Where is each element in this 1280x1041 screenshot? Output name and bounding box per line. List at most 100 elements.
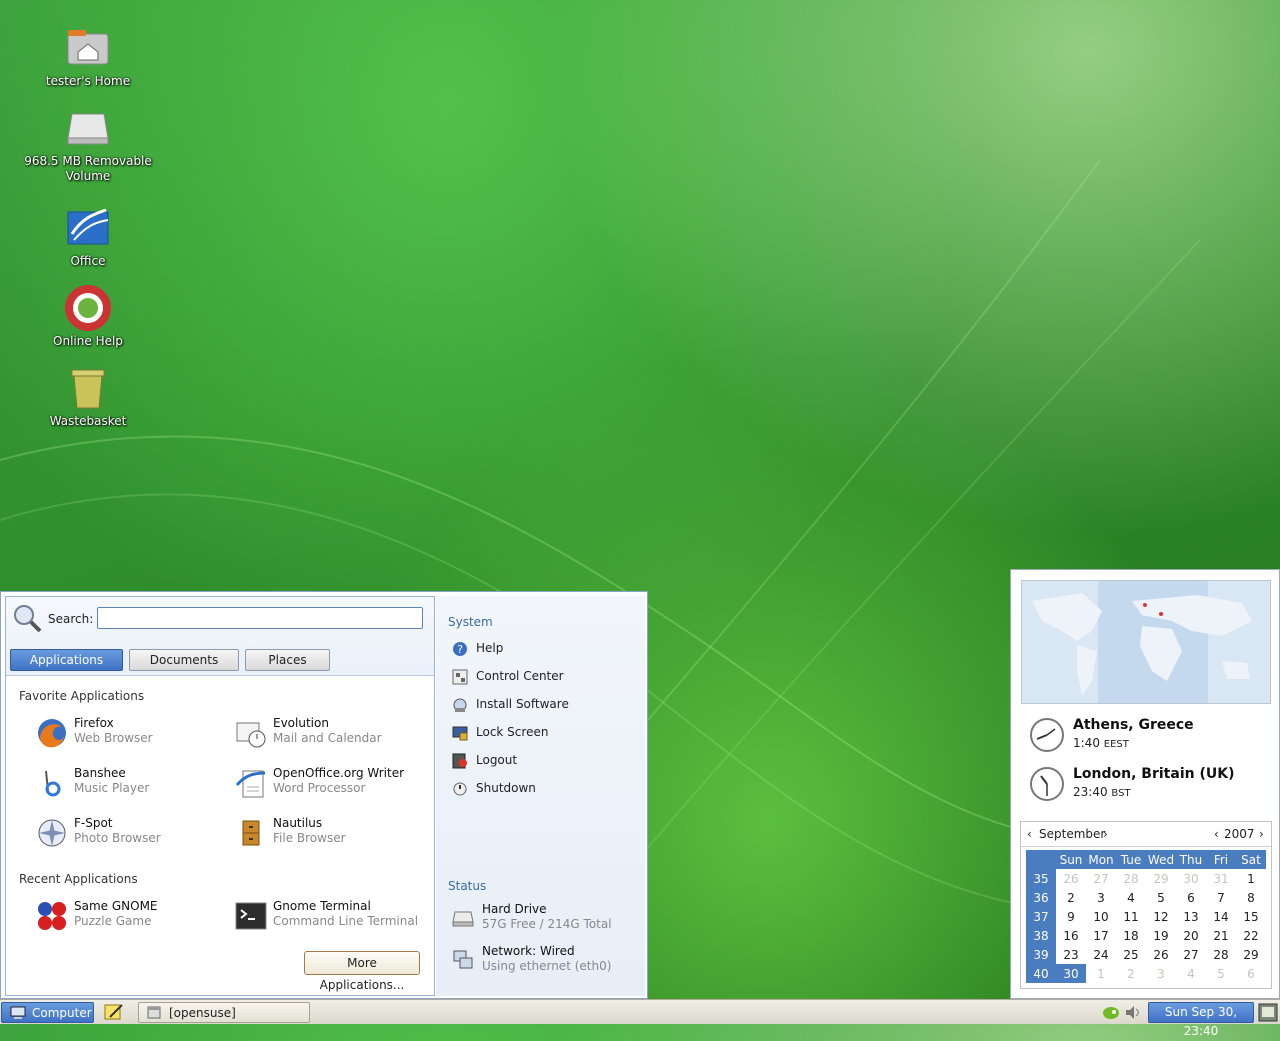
calendar-day[interactable]: 30	[1056, 964, 1086, 983]
desktop-icon-home[interactable]: tester's Home	[18, 24, 158, 89]
calendar-day[interactable]: 21	[1206, 926, 1236, 945]
app-gnome-terminal[interactable]: Gnome Terminal Command Line Terminal	[235, 898, 425, 934]
desktop-icon-removable-volume[interactable]: 968.5 MB Removable Volume	[18, 104, 158, 184]
calendar-day[interactable]: 27	[1086, 869, 1116, 888]
calendar-day[interactable]: 19	[1146, 926, 1176, 945]
update-applet-icon[interactable]	[1102, 1004, 1120, 1021]
calendar-day[interactable]: 28	[1206, 945, 1236, 964]
calendar-day[interactable]: 4	[1116, 888, 1146, 907]
calendar-day[interactable]: 1	[1236, 869, 1266, 888]
calendar-day[interactable]: 31	[1206, 869, 1236, 888]
calendar-day[interactable]: 18	[1116, 926, 1146, 945]
calendar-day[interactable]: 29	[1236, 945, 1266, 964]
calendar-day[interactable]: 5	[1146, 888, 1176, 907]
home-folder-icon	[64, 24, 112, 72]
calendar-day[interactable]: 13	[1176, 907, 1206, 926]
app-desc: File Browser	[273, 831, 346, 845]
app-writer[interactable]: OpenOffice.org Writer Word Processor	[235, 765, 425, 801]
show-desktop-icon[interactable]	[1258, 1003, 1278, 1022]
same-gnome-icon	[36, 900, 68, 932]
calendar-day[interactable]: 2	[1056, 888, 1086, 907]
calendar-day[interactable]: 20	[1176, 926, 1206, 945]
calendar-day[interactable]: 3	[1146, 964, 1176, 983]
calendar-day[interactable]: 29	[1146, 869, 1176, 888]
calendar-week-row: 38 16 17 18 19 20 21 22	[1026, 926, 1266, 945]
calendar-day[interactable]: 2	[1116, 964, 1146, 983]
terminal-icon	[235, 900, 267, 932]
calendar-day[interactable]: 14	[1206, 907, 1236, 926]
calendar-day[interactable]: 15	[1236, 907, 1266, 926]
favorites-title: Favorite Applications	[19, 689, 145, 703]
world-map[interactable]	[1021, 580, 1271, 704]
calendar-day[interactable]: 28	[1116, 869, 1146, 888]
calendar-day[interactable]: 24	[1086, 945, 1116, 964]
next-month-icon[interactable]: ›	[1103, 827, 1108, 841]
weekday-header: Sun	[1056, 850, 1086, 869]
more-applications-button[interactable]: More Applications...	[304, 951, 420, 992]
calendar-day[interactable]: 16	[1056, 926, 1086, 945]
prev-year-icon[interactable]: ‹	[1214, 827, 1219, 841]
next-year-icon[interactable]: ›	[1259, 827, 1264, 841]
calendar-day[interactable]: 7	[1206, 888, 1236, 907]
desktop-icon-wastebasket[interactable]: Wastebasket	[18, 364, 158, 429]
desktop-icon-label: 968.5 MB Removable Volume	[24, 154, 152, 183]
app-evolution[interactable]: Evolution Mail and Calendar	[235, 715, 425, 751]
desktop-icon-online-help[interactable]: Online Help	[18, 284, 158, 349]
app-banshee[interactable]: Banshee Music Player	[36, 765, 226, 801]
calendar-day[interactable]: 1	[1086, 964, 1116, 983]
system-item-label: Shutdown	[476, 781, 536, 795]
desktop-icon-office[interactable]: Office	[18, 204, 158, 269]
calendar-day[interactable]: 5	[1206, 964, 1236, 983]
tab-places[interactable]: Places	[245, 649, 330, 671]
app-nautilus[interactable]: Nautilus File Browser	[235, 815, 425, 851]
recent-title: Recent Applications	[19, 872, 138, 886]
status-name: Hard Drive	[482, 902, 547, 916]
calendar-day[interactable]: 10	[1086, 907, 1116, 926]
power-icon	[452, 781, 468, 797]
app-desc: Puzzle Game	[74, 914, 152, 928]
computer-menu-button[interactable]: Computer	[1, 1002, 94, 1023]
logout-icon	[452, 753, 468, 769]
calendar-day[interactable]: 30	[1176, 869, 1206, 888]
calendar-day[interactable]: 11	[1116, 907, 1146, 926]
app-same-gnome[interactable]: Same GNOME Puzzle Game	[36, 898, 226, 934]
calendar-day[interactable]: 27	[1176, 945, 1206, 964]
window-button-opensuse[interactable]: [opensuse]	[138, 1002, 310, 1023]
calendar-day[interactable]: 8	[1236, 888, 1266, 907]
calendar-day[interactable]: 12	[1146, 907, 1176, 926]
calendar-day[interactable]: 17	[1086, 926, 1116, 945]
calendar-day[interactable]: 3	[1086, 888, 1116, 907]
search-icon	[12, 603, 42, 633]
clock-face-icon	[1029, 766, 1065, 802]
calendar-day[interactable]: 25	[1116, 945, 1146, 964]
tab-documents[interactable]: Documents	[129, 649, 239, 671]
app-firefox[interactable]: Firefox Web Browser	[36, 715, 226, 751]
prev-month-icon[interactable]: ‹	[1027, 827, 1032, 841]
weekday-header: Mon	[1086, 850, 1116, 869]
city-name: London, Britain (UK)	[1073, 766, 1235, 782]
tab-applications[interactable]: Applications	[10, 649, 123, 671]
calendar-day[interactable]: 9	[1056, 907, 1086, 926]
calendar-year: 2007	[1224, 827, 1255, 841]
calendar-day[interactable]: 22	[1236, 926, 1266, 945]
notes-icon[interactable]	[104, 1003, 124, 1021]
calendar-day[interactable]: 6	[1236, 964, 1266, 983]
calendar-day[interactable]: 23	[1056, 945, 1086, 964]
search-input[interactable]	[97, 607, 423, 629]
clock-button[interactable]: Sun Sep 30, 23:40	[1148, 1002, 1254, 1038]
fspot-icon	[36, 817, 68, 849]
calendar-day[interactable]: 4	[1176, 964, 1206, 983]
calendar-week-row: 39 23 24 25 26 27 28 29	[1026, 945, 1266, 964]
city-name: Athens, Greece	[1073, 717, 1194, 733]
calendar-day[interactable]: 6	[1176, 888, 1206, 907]
city-london[interactable]: London, Britain (UK) 23:40 BST	[1029, 764, 1269, 804]
volume-icon[interactable]	[1124, 1004, 1142, 1021]
city-athens[interactable]: Athens, Greece 1:40 EEST	[1029, 715, 1269, 755]
window-button-label: [opensuse]	[169, 1006, 236, 1020]
calendar-day[interactable]: 26	[1146, 945, 1176, 964]
calendar-week-row: 36 2 3 4 5 6 7 8	[1026, 888, 1266, 907]
app-name: Nautilus	[273, 816, 323, 830]
app-fspot[interactable]: F-Spot Photo Browser	[36, 815, 226, 851]
svg-text:?: ?	[457, 643, 463, 656]
calendar-day[interactable]: 26	[1056, 869, 1086, 888]
